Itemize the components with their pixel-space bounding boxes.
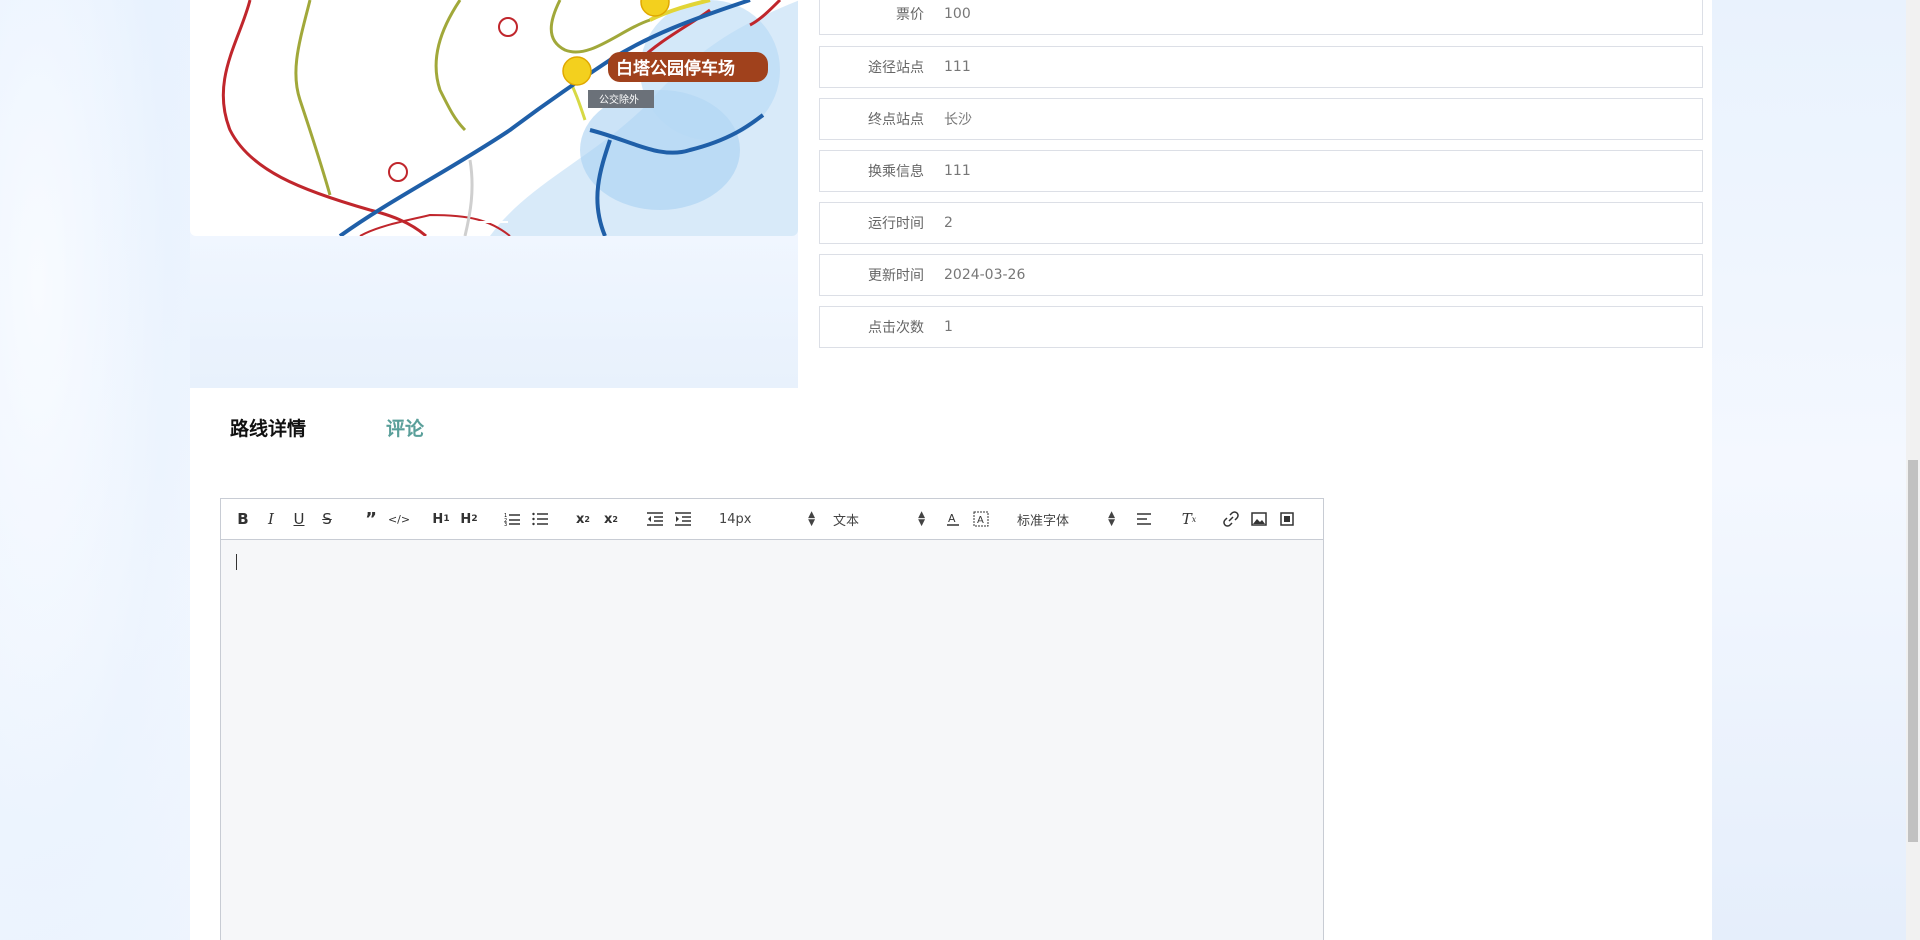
indent-icon[interactable] <box>673 509 693 529</box>
detail-tabs: 路线详情 评论 <box>230 414 504 441</box>
image-icon[interactable] <box>1249 509 1269 529</box>
rich-text-editor: B I U S ” </> H1 H2 123 x2 x2 14px ▲ ▼ 文… <box>220 498 1324 940</box>
bold-icon[interactable]: B <box>233 509 253 529</box>
info-value: 长沙 <box>944 112 972 128</box>
svg-text:A: A <box>948 512 956 525</box>
editor-toolbar: B I U S ” </> H1 H2 123 x2 x2 14px ▲ ▼ 文… <box>221 499 1323 540</box>
info-value: 2 <box>944 215 953 231</box>
info-label: 票价 <box>896 7 924 23</box>
superscript-icon[interactable]: x2 <box>601 509 621 529</box>
info-row-updated: 更新时间 2024-03-26 <box>819 254 1703 296</box>
font-color-icon[interactable]: A <box>943 509 963 529</box>
link-icon[interactable] <box>1221 509 1241 529</box>
heading2-icon[interactable]: H2 <box>459 509 479 529</box>
heading1-icon[interactable]: H1 <box>431 509 451 529</box>
font-family-select[interactable]: 标准字体 ▲ ▼ <box>1017 509 1115 529</box>
page-background-right <box>1708 0 1906 940</box>
info-row-terminal: 终点站点 长沙 <box>819 98 1703 140</box>
info-row-price: 票价 100 <box>819 0 1703 35</box>
code-block-icon[interactable]: </> <box>388 509 410 529</box>
info-label: 换乘信息 <box>868 164 924 180</box>
info-row-transfer: 换乘信息 111 <box>819 150 1703 192</box>
select-arrows-icon: ▲ ▼ <box>808 510 815 528</box>
main-container: 白塔公园停车场 公交除外 票价 100 途径站点 111 终点站点 长沙 换乘信… <box>190 0 1712 940</box>
editor-content-area[interactable] <box>221 540 1323 940</box>
info-label: 更新时间 <box>868 268 924 284</box>
svg-text:3: 3 <box>504 522 507 526</box>
info-value: 1 <box>944 319 953 335</box>
font-size-value: 14px <box>719 511 752 527</box>
info-row-clicks: 点击次数 1 <box>819 306 1703 348</box>
info-label: 终点站点 <box>868 112 924 128</box>
route-map-image[interactable]: 白塔公园停车场 公交除外 <box>190 0 798 236</box>
clear-format-icon[interactable]: Tx <box>1179 509 1199 529</box>
subscript-icon[interactable]: x2 <box>573 509 593 529</box>
info-value: 111 <box>944 59 971 75</box>
select-arrows-icon: ▲ ▼ <box>1108 510 1115 528</box>
italic-icon[interactable]: I <box>261 509 281 529</box>
page-background-left <box>0 0 190 940</box>
info-value: 111 <box>944 163 971 179</box>
font-family-value: 标准字体 <box>1017 513 1070 529</box>
info-value: 100 <box>944 6 971 22</box>
text-caret <box>236 554 237 570</box>
carousel-indicator[interactable] <box>478 221 508 223</box>
info-row-runtime: 运行时间 2 <box>819 202 1703 244</box>
info-row-stops: 途径站点 111 <box>819 46 1703 88</box>
outdent-icon[interactable] <box>645 509 665 529</box>
info-label: 点击次数 <box>868 320 924 336</box>
header-type-select[interactable]: 文本 ▲ ▼ <box>833 509 925 529</box>
align-icon[interactable] <box>1135 509 1155 529</box>
map-label-parking: 白塔公园停车场 <box>616 58 735 79</box>
video-icon[interactable] <box>1277 509 1297 529</box>
ordered-list-icon[interactable]: 123 <box>502 509 522 529</box>
font-size-select[interactable]: 14px ▲ ▼ <box>719 509 815 529</box>
page-scrollbar[interactable] <box>1906 0 1920 940</box>
info-label: 途径站点 <box>868 60 924 76</box>
underline-icon[interactable]: U <box>289 509 309 529</box>
info-label: 运行时间 <box>868 216 924 232</box>
bullet-list-icon[interactable] <box>530 509 550 529</box>
strike-icon[interactable]: S <box>317 509 337 529</box>
background-color-icon[interactable]: A <box>971 509 991 529</box>
header-type-value: 文本 <box>833 513 860 529</box>
map-panel: 白塔公园停车场 公交除外 <box>190 0 798 388</box>
tab-comment[interactable]: 评论 <box>386 414 424 441</box>
tab-route-detail[interactable]: 路线详情 <box>230 414 306 441</box>
map-label-bus: 公交除外 <box>599 93 639 106</box>
svg-text:A: A <box>977 515 984 526</box>
select-arrows-icon: ▲ ▼ <box>918 510 925 528</box>
info-value: 2024-03-26 <box>944 267 1026 283</box>
scrollbar-thumb[interactable] <box>1908 460 1918 842</box>
blockquote-icon[interactable]: ” <box>361 509 381 530</box>
